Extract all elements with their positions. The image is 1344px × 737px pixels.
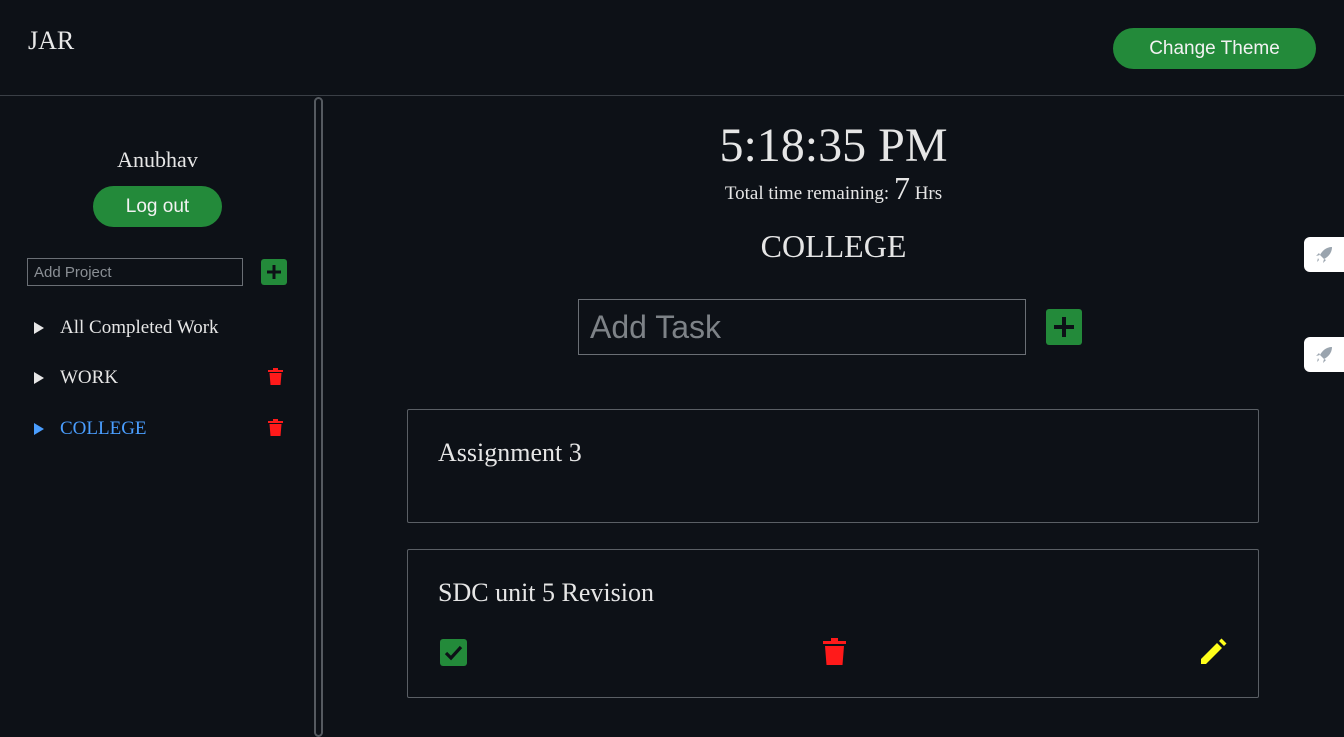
task-card[interactable]: SDC unit 5 Revision — [407, 549, 1259, 698]
sidebar-scrollbar[interactable] — [314, 97, 323, 737]
pencil-icon — [1201, 638, 1227, 664]
sidebar-item-college[interactable]: COLLEGE — [34, 415, 294, 443]
time-remaining-unit: Hrs — [914, 183, 943, 204]
app-header: JAR Change Theme — [0, 0, 1344, 96]
add-project-input[interactable] — [27, 258, 243, 286]
sidebar-item-work[interactable]: WORK — [34, 364, 294, 392]
sidebar-item-all-completed-work[interactable]: All Completed Work — [34, 314, 294, 342]
time-remaining-label: Total time remaining: — [724, 183, 890, 204]
sidebar-item-label: COLLEGE — [60, 418, 147, 439]
delete-project-work-button[interactable] — [268, 368, 283, 385]
sidebar-item-label: All Completed Work — [60, 317, 219, 338]
time-remaining-value: 7 — [893, 170, 910, 206]
logout-button[interactable]: Log out — [93, 186, 222, 227]
triangle-right-icon — [34, 423, 60, 435]
task-title: SDC unit 5 Revision — [438, 578, 654, 607]
sidebar-item-label: WORK — [60, 367, 119, 388]
rocket-icon — [1316, 246, 1332, 263]
trash-icon — [823, 638, 846, 665]
edit-task-button[interactable] — [1199, 638, 1227, 666]
rocket-icon — [1316, 346, 1332, 363]
task-card[interactable]: Assignment 3 — [407, 409, 1259, 523]
plus-icon — [1054, 317, 1074, 337]
delete-task-button[interactable] — [823, 638, 846, 665]
project-title: COLLEGE — [760, 228, 907, 264]
add-task-input[interactable] — [578, 299, 1026, 355]
floating-side-tab[interactable] — [1304, 237, 1344, 272]
triangle-right-icon — [34, 372, 60, 384]
brand-title: JAR — [28, 26, 75, 55]
clock-display: 5:18:35 PM — [719, 119, 948, 172]
username: Anubhav — [117, 147, 198, 172]
sidebar: Anubhav Log out All Completed Work WORK … — [0, 97, 315, 735]
trash-icon — [268, 419, 283, 436]
add-project-button[interactable] — [261, 259, 287, 285]
plus-icon — [267, 265, 281, 279]
delete-project-college-button[interactable] — [268, 419, 283, 436]
triangle-right-icon — [34, 322, 60, 334]
trash-icon — [268, 368, 283, 385]
task-title: Assignment 3 — [438, 438, 582, 467]
complete-task-button[interactable] — [440, 639, 467, 666]
time-remaining: Total time remaining: 7 Hrs — [323, 170, 1344, 207]
add-task-button[interactable] — [1046, 309, 1082, 345]
floating-side-tab[interactable] — [1304, 337, 1344, 372]
change-theme-button[interactable]: Change Theme — [1113, 28, 1316, 69]
checkbox-check-icon — [440, 639, 467, 666]
